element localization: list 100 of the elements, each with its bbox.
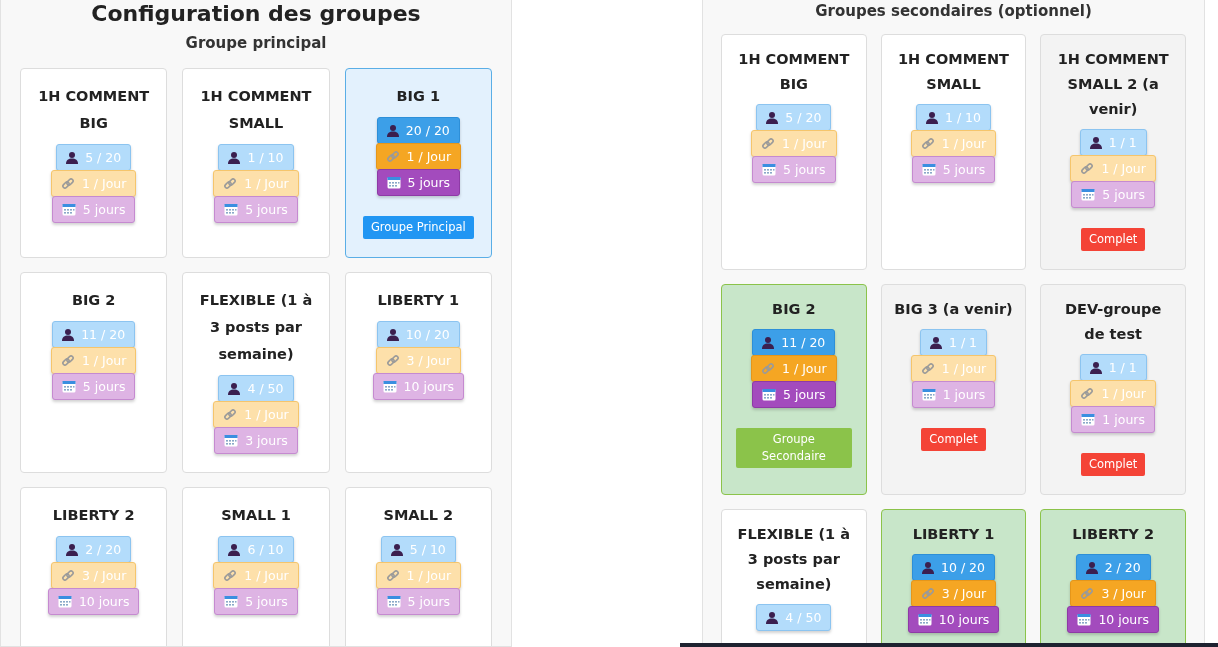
- person-icon: [766, 611, 779, 624]
- duration-chip: 10 jours: [907, 606, 1000, 633]
- posts-chip: 1 / Jour: [910, 355, 997, 382]
- members-chip: 1 / 1: [919, 329, 988, 356]
- posts-chip: 1 / Jour: [751, 355, 837, 382]
- group-name: BIG 2: [70, 291, 117, 310]
- members-chip: 5 / 20: [56, 144, 132, 171]
- posts-chip: 1 / Jour: [375, 143, 462, 170]
- members-chip: 1 / 10: [218, 144, 294, 171]
- duration-chip: 5 jours: [214, 588, 298, 615]
- group-name: FLEXIBLE (1 à 3 posts par semaine): [198, 291, 314, 364]
- person-icon: [228, 382, 241, 395]
- group-name: SMALL 2: [382, 506, 455, 525]
- calendar-icon: [61, 203, 76, 216]
- members-chip: 4 / 50: [756, 604, 832, 631]
- group-name: DEV-groupe de test: [1064, 300, 1163, 344]
- duration-chip: 5 jours: [911, 156, 996, 183]
- group-badge: Groupe Principal: [362, 216, 474, 239]
- person-icon: [390, 543, 403, 556]
- duration-chip: 3 jours: [214, 427, 298, 454]
- group-card[interactable]: FLEXIBLE (1 à 3 posts par semaine) 4 / 50: [721, 509, 867, 646]
- person-icon: [66, 151, 79, 164]
- members-chip: 4 / 50: [218, 375, 294, 402]
- link-icon: [761, 136, 776, 151]
- group-card[interactable]: LIBERTY 1 10 / 20 3 / Jour 10 jours: [880, 509, 1027, 646]
- person-icon: [766, 111, 779, 124]
- posts-chip: 1 / Jour: [50, 170, 137, 197]
- group-card[interactable]: 1H COMMENT BIG 5 / 20 1 / Jour 5 jours: [20, 68, 168, 258]
- person-icon: [386, 124, 399, 137]
- group-card[interactable]: 1H COMMENT SMALL 1 / 10 1 / Jour 5 jours: [880, 34, 1027, 270]
- person-icon: [922, 561, 934, 574]
- group-card[interactable]: LIBERTY 2 2 / 20 3 / Jour 10 jours: [1040, 509, 1186, 646]
- calendar-icon: [1077, 613, 1092, 626]
- posts-chip: 3 / Jour: [1070, 580, 1156, 607]
- group-card[interactable]: LIBERTY 2 2 / 20 3 / Jour 10 jours: [20, 487, 168, 646]
- person-icon: [762, 336, 775, 349]
- link-icon: [60, 353, 75, 368]
- duration-chip: 1 jours: [911, 381, 996, 408]
- person-icon: [228, 151, 241, 164]
- person-icon: [66, 543, 79, 556]
- group-card[interactable]: BIG 2 11 / 20 1 / Jour 5 jours Groupe Secondaire: [721, 284, 867, 495]
- link-icon: [385, 149, 400, 164]
- group-card[interactable]: BIG 2 11 / 20 1 / Jour 5 jours: [20, 272, 168, 473]
- calendar-icon: [1081, 188, 1096, 201]
- person-icon: [1089, 136, 1102, 149]
- group-name: 1H COMMENT SMALL: [896, 50, 1010, 94]
- person-icon: [1085, 561, 1098, 574]
- group-name: BIG 1: [395, 87, 442, 106]
- posts-chip: 1 / Jour: [910, 130, 997, 157]
- duration-chip: 1 jours: [1071, 406, 1155, 433]
- group-name: FLEXIBLE (1 à 3 posts par semaine): [736, 525, 852, 594]
- page-title: Configuration des groupes: [90, 0, 422, 28]
- calendar-icon: [57, 595, 72, 608]
- group-card[interactable]: 1H COMMENT SMALL 2 (a venir) 1 / 1 1 / Jour 5 jours Complet: [1040, 34, 1186, 270]
- group-card[interactable]: BIG 3 (a venir) 1 / 1 1 / Jour 1 jours Complet: [880, 284, 1027, 495]
- posts-chip: 1 / Jour: [213, 170, 299, 197]
- group-card[interactable]: 1H COMMENT SMALL 1 / 10 1 / Jour 5 jours: [182, 68, 330, 258]
- group-name: 1H COMMENT BIG: [37, 87, 151, 133]
- group-card[interactable]: FLEXIBLE (1 à 3 posts par semaine) 4 / 50 1 / Jour 3 jours: [182, 272, 330, 473]
- group-card[interactable]: SMALL 2 5 / 10 1 / Jour 5 jours: [344, 487, 492, 646]
- posts-chip: 1 / Jour: [213, 562, 299, 589]
- full-badge: Complet: [921, 428, 986, 451]
- group-card[interactable]: LIBERTY 1 10 / 20 3 / Jour 10 jours: [344, 272, 492, 473]
- group-card[interactable]: SMALL 1 6 / 10 1 / Jour 5 jours: [182, 487, 330, 646]
- link-icon: [385, 353, 400, 368]
- duration-chip: 10 jours: [372, 373, 465, 400]
- posts-chip: 1 / Jour: [50, 347, 137, 374]
- group-name: LIBERTY 2: [51, 506, 136, 525]
- members-chip: 11 / 20: [52, 321, 136, 348]
- person-icon: [929, 336, 942, 349]
- duration-chip: 5 jours: [1071, 181, 1155, 208]
- posts-chip: 1 / Jour: [1070, 380, 1156, 407]
- members-chip: 11 / 20: [752, 329, 836, 356]
- person-icon: [1089, 361, 1102, 374]
- posts-chip: 1 / Jour: [1070, 155, 1156, 182]
- group-card[interactable]: BIG 1 20 / 20 1 / Jour 5 jours Groupe Principal: [344, 68, 492, 258]
- duration-chip: 5 jours: [752, 381, 836, 408]
- group-name: 1H COMMENT SMALL: [199, 87, 313, 133]
- link-icon: [1080, 161, 1095, 176]
- group-name: 1H COMMENT SMALL 2 (a venir): [1056, 50, 1170, 119]
- posts-chip: 3 / Jour: [375, 347, 462, 374]
- calendar-icon: [386, 595, 401, 608]
- link-icon: [761, 361, 776, 376]
- link-icon: [60, 176, 75, 191]
- group-name: LIBERTY 1: [376, 291, 461, 310]
- calendar-icon: [921, 388, 936, 401]
- posts-chip: 1 / Jour: [213, 401, 299, 428]
- posts-chip: 1 / Jour: [375, 562, 462, 589]
- calendar-icon: [762, 163, 776, 176]
- duration-chip: 5 jours: [376, 588, 461, 615]
- group-card[interactable]: 1H COMMENT BIG 5 / 20 1 / Jour 5 jours: [721, 34, 867, 270]
- link-icon: [223, 176, 238, 191]
- duration-chip: 5 jours: [752, 156, 836, 183]
- link-icon: [920, 586, 935, 601]
- group-badge: Groupe Secondaire: [735, 428, 852, 468]
- members-chip: 20 / 20: [376, 117, 460, 144]
- person-icon: [228, 543, 241, 556]
- calendar-icon: [224, 203, 239, 216]
- person-icon: [386, 328, 399, 341]
- group-card[interactable]: DEV-groupe de test 1 / 1 1 / Jour 1 jours Complet: [1040, 284, 1186, 495]
